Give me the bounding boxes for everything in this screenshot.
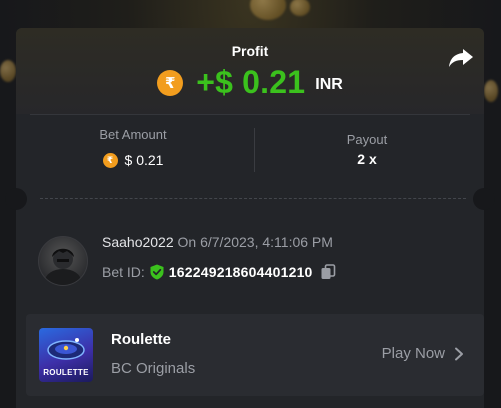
background-coin-decoration — [250, 0, 286, 20]
avatar-figure-icon — [45, 248, 81, 285]
bet-id-line: Bet ID: 162249218604401210 — [102, 264, 336, 280]
ticket-dashed-divider — [40, 198, 466, 199]
game-title: Roulette — [111, 331, 171, 348]
play-now-button[interactable]: Play Now — [382, 345, 464, 362]
bet-amount-value-row: ₹ $ 0.21 — [16, 152, 250, 168]
thumbnail-label: ROULETTE — [43, 368, 89, 377]
shield-check-icon — [150, 264, 164, 280]
profit-section: Profit ₹ +$ 0.21 INR — [16, 28, 484, 114]
bet-id-value: 162249218604401210 — [168, 264, 313, 280]
payout-value: 2 x — [357, 151, 377, 167]
bet-detail-card: Profit ₹ +$ 0.21 INR Bet Amount ₹ $ 0.21… — [5, 28, 495, 408]
game-provider: BC Originals — [111, 360, 196, 377]
username[interactable]: Saaho2022 — [102, 234, 174, 250]
bet-amount-label: Bet Amount — [99, 127, 167, 142]
profit-row: ₹ +$ 0.21 INR — [16, 64, 484, 101]
rupee-coin-icon: ₹ — [102, 152, 118, 168]
rupee-coin-icon: ₹ — [157, 69, 184, 96]
payout-value-row: 2 x — [250, 151, 484, 167]
ticket-notch-right — [473, 188, 495, 210]
user-avatar[interactable] — [38, 236, 88, 286]
bet-detail-screen: Profit ₹ +$ 0.21 INR Bet Amount ₹ $ 0.21… — [0, 0, 501, 408]
copy-icon[interactable] — [320, 264, 336, 280]
roulette-thumbnail: ROULETTE — [39, 328, 93, 382]
bet-id-label: Bet ID: — [102, 264, 145, 280]
bet-stats: Bet Amount ₹ $ 0.21 Payout 2 x — [16, 115, 484, 187]
share-icon[interactable] — [448, 47, 474, 69]
background-coin-decoration — [290, 0, 310, 16]
bet-amount-stat: Bet Amount ₹ $ 0.21 — [16, 115, 250, 187]
profit-title: Profit — [231, 43, 269, 59]
play-now-label: Play Now — [381, 345, 445, 362]
game-link-row[interactable]: ROULETTE Roulette BC Originals Play Now — [26, 314, 484, 396]
chevron-right-icon — [455, 347, 463, 360]
payout-label: Payout — [346, 132, 388, 147]
profit-amount: +$ 0.21 — [196, 64, 306, 100]
stats-divider — [254, 128, 255, 172]
bet-date: On 6/7/2023, 4:11:06 PM — [177, 234, 333, 250]
background-coin-decoration — [0, 60, 16, 82]
profit-currency: INR — [315, 75, 343, 93]
bet-amount-value: $ 0.21 — [124, 152, 164, 168]
user-line: Saaho2022 On 6/7/2023, 4:11:06 PM — [102, 234, 333, 250]
payout-stat: Payout 2 x — [250, 115, 484, 187]
background-coin-decoration — [484, 80, 498, 102]
ticket-notch-left — [5, 188, 27, 210]
